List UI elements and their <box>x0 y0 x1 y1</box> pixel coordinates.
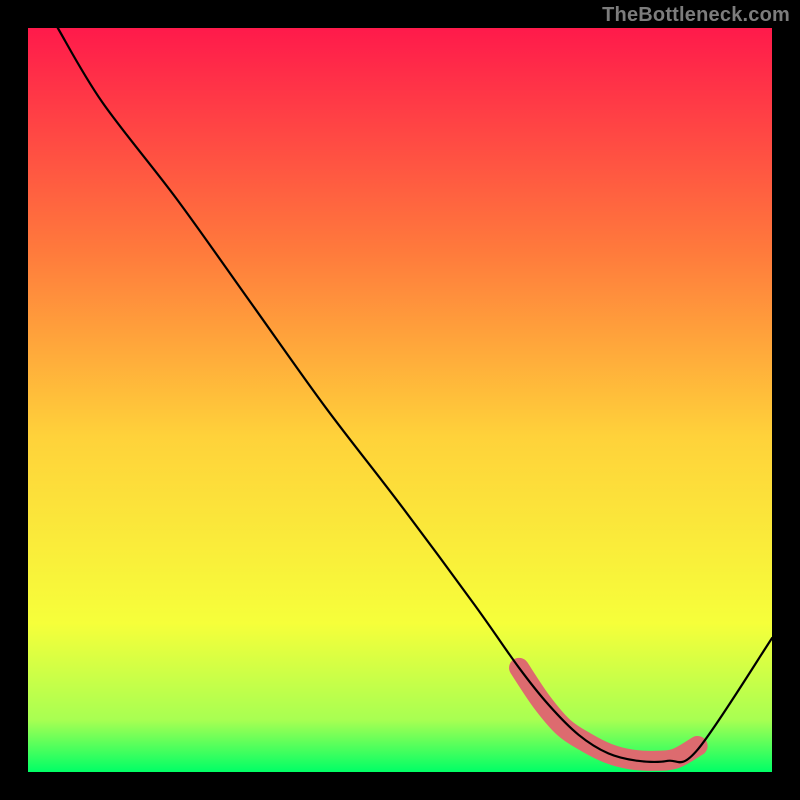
plot-background <box>28 28 772 772</box>
chart-stage: TheBottleneck.com <box>0 0 800 800</box>
chart-svg <box>0 0 800 800</box>
watermark-text: TheBottleneck.com <box>602 4 790 27</box>
